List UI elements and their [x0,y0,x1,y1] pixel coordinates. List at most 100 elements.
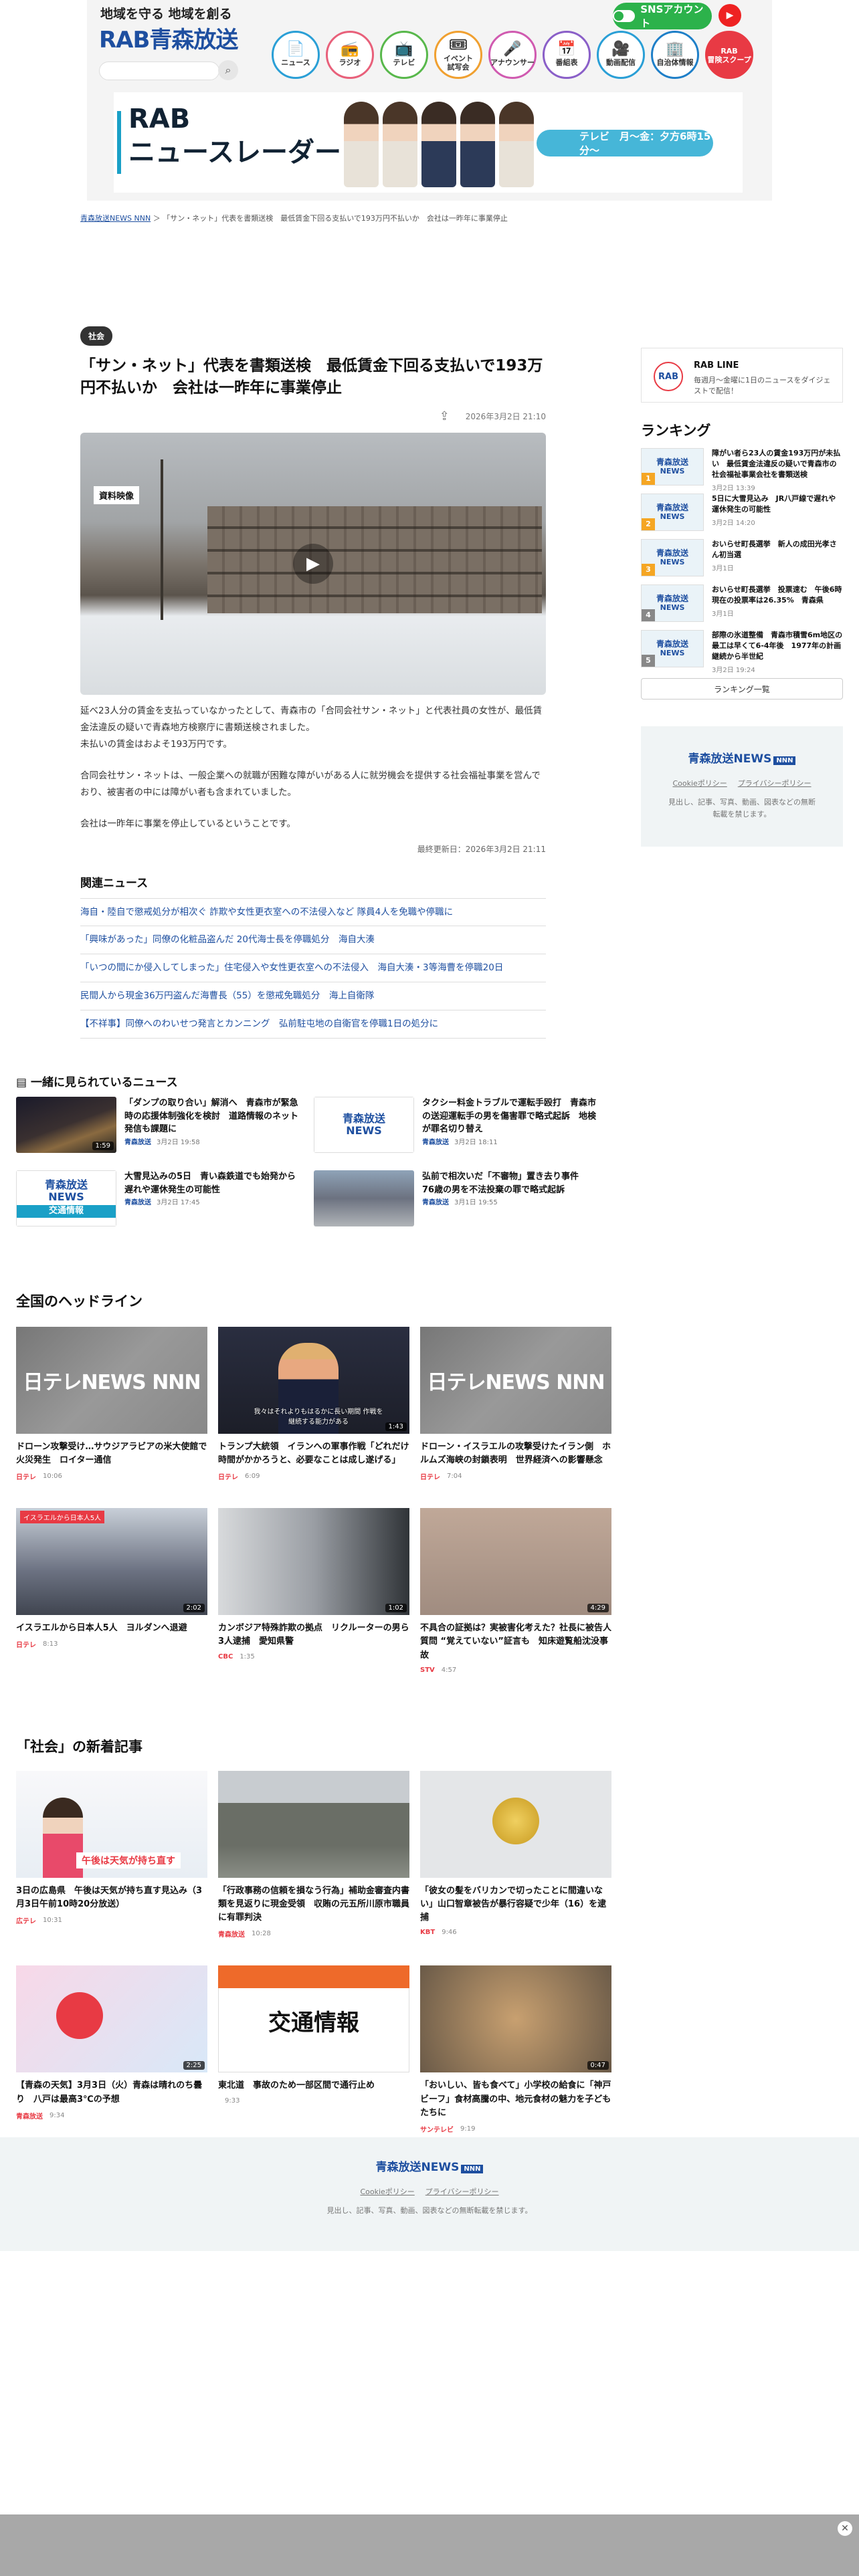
nav-button[interactable]: 🏢 自治体情報 [651,31,699,79]
article-card[interactable]: 日テレNEWS NNN ドローン攻撃受け…サウジアラビアの米大使館で火災発生 ロイ… [16,1327,207,1481]
promo-banner[interactable]: RAB ニュースレーダー テレビ 月〜金：夕方6時15分〜 [114,92,743,193]
video-duration: 1:59 [92,1142,114,1150]
site-logo[interactable]: RAB青森放送 [99,21,238,54]
national-grid: 日テレNEWS NNN ドローン攻撃受け…サウジアラビアの米大使館で火災発生 ロイ… [16,1327,611,1674]
nav-button[interactable]: 🎤 アナウンサー [488,31,537,79]
privacy-link[interactable]: プライバシーポリシー [738,779,812,788]
news-list-icon: ▤ [16,1076,31,1089]
paragraph: 会社は一昨年に事業を停止しているということです。 [80,818,296,829]
article-card[interactable]: 「行政事務の信頼を損なう行為」補助金審査内書類を見返りに現金受領 収賄の元五所川… [218,1771,409,1939]
ranking-item[interactable]: 青森放送 NEWS 2 5日に大雪見込み JR八戸線で遅れや運休発生の可能性 3月2日 … [641,494,843,531]
rank-number: 3 [642,564,655,576]
rab-line-banner[interactable]: RAB RAB LINE 毎週月〜金曜に1日のニュースをダイジェストで配信！ [641,348,843,403]
category-badge[interactable]: 社会 [80,326,113,346]
ranking-thumb: 青森放送 NEWS 3 [641,539,704,576]
news-thumbnail: 0:47 [420,1965,611,2073]
nav-icon: 🎥 [611,41,630,58]
news-title: カンボジア特殊詐欺の拠点 リクルーターの男ら3人逮捕 愛知県警 [218,1623,409,1647]
news-date: 10:06 [43,1473,62,1481]
site-header: 地域を守る 地域を創る RAB青森放送 ⌕ SNSアカウント ▶ 📄 ニュース 📻 ラ… [87,0,772,201]
news-thumbnail: 日テレNEWS NNN [16,1327,207,1434]
watched-item[interactable]: 1:59 「ダンプの取り合い」解消へ 青森市が緊急時の応援体制強化を検討 道路情報… [16,1097,314,1153]
breadcrumb-home[interactable]: 青森放送NEWS NNN [80,214,151,223]
news-date: 4:57 [441,1666,457,1674]
nav-button[interactable]: 📺 テレビ [380,31,428,79]
news-thumbnail: 4:29 [420,1508,611,1616]
watched-list: 1:59 「ダンプの取り合い」解消へ 青森市が緊急時の応援体制強化を検討 道路情報… [16,1097,611,1226]
nav-button[interactable]: 🎟 イベント 試写会 [434,31,482,79]
news-date: 9:19 [460,2125,476,2133]
video-caption: 我々はそれよりもはるかに長い期間 作戦を継続する能力がある [254,1408,383,1426]
nav-icon: 📻 [341,41,359,58]
article-card[interactable]: 1:02 カンボジア特殊詐欺の拠点 リクルーターの男ら3人逮捕 愛知県警 CBC 1:… [218,1508,409,1673]
news-title: 大雪見込みの5日 青い森鉄道でも始発から遅れや運休発生の可能性 [124,1172,296,1195]
sns-label: SNSアカウント [640,3,704,29]
article-card[interactable]: 我々はそれよりもはるかに長い期間 作戦を継続する能力がある 1:43 トランプ大統領… [218,1327,409,1481]
news-thumbnail [218,1771,409,1878]
news-logo[interactable]: 青森放送NEWS NNN [641,749,843,766]
video-player[interactable]: 資料映像 ▶ [80,432,546,695]
news-source: 青森放送 [422,1138,449,1146]
article-card[interactable]: 交通情報 東北道 事故のため一部区間で通行止め 9:33 [218,1965,409,2133]
nav-icon: 📄 [286,41,305,58]
breadcrumb: 青森放送NEWS NNN ＞ 「サン・ネット」代表を書類送検 最低賃金下回る支払… [80,213,508,223]
ranking-thumb: 青森放送 NEWS 5 [641,630,704,667]
news-title: 「行政事務の信頼を損なう行為」補助金審査内書類を見返りに現金受領 収賄の元五所川… [218,1886,410,1923]
rab-logo-icon: RAB [654,362,683,391]
nav-button[interactable]: 🎥 動画配信 [597,31,645,79]
privacy-link[interactable]: プライバシーポリシー [425,2187,499,2196]
article-card[interactable]: 2:25 【青森の天気】3月3日（火）青森は晴れのち曇り 八戸は最高3℃の予想 青森… [16,1965,207,2133]
ranking-date: 3月2日 19:24 [712,666,755,674]
article-card[interactable]: 午後は天気が持ち直す 3日の広島県 午後は天気が持ち直す見込み（3月3日午前10時… [16,1771,207,1939]
nav-button[interactable]: 📅 番組表 [543,31,591,79]
ranking-title: 5日に大雪見込み JR八戸線で遅れや運休発生の可能性 [712,494,836,514]
page-footer: 青森放送NEWS NNN Cookieポリシー プライバシーポリシー 見出し、記事、… [0,2137,859,2251]
news-thumbnail [420,1771,611,1878]
copyright-note: 見出し、記事、写真、動画、図表などの無断転載を禁じます。 [326,2206,533,2215]
article-card[interactable]: 0:47 「おいしい、皆も食べて」小学校の給食に「神戸ビーフ」食材高騰の中、地元食… [420,1965,611,2134]
watched-item[interactable]: 弘前で相次いだ「不審物」置き去り事件 76歳の男を不法投棄の罪で略式起訴 青森放送… [314,1170,611,1226]
article-card[interactable]: イスラエルから日本人5人 2:02 イスラエルから日本人5人 ヨルダンへ退避 日テレ 8… [16,1508,207,1673]
close-icon[interactable]: ✕ [838,2521,852,2536]
nav-button[interactable]: 📻 ラジオ [326,31,374,79]
paragraph: 未払いの賃金はおよそ193万円です。 [80,738,232,750]
related-link[interactable]: 「興味があった」同僚の化粧品盗んだ 20代海士長を停職処分 海自大湊 [80,926,546,955]
ranking-item[interactable]: 青森放送 NEWS 1 障がい者ら23人の賃金193万円が未払い 最低賃金法違反の疑い… [641,448,843,492]
related-link[interactable]: 【不祥事】同僚へのわいせつ発言とカンニング 弘前駐屯地の自衛官を停職1日の処分に [80,1010,546,1039]
search-icon[interactable]: ⌕ [218,60,238,80]
ranking-item[interactable]: 青森放送 NEWS 3 おいらせ町長選挙 新人の成田光孝さん初当選 3月1日 [641,539,843,576]
cookie-link[interactable]: Cookieポリシー [672,779,727,788]
ranking-all-button[interactable]: ランキング一覧 [641,678,843,700]
news-title: 弘前で相次いだ「不審物」置き去り事件 76歳の男を不法投棄の罪で略式起訴 [422,1172,588,1195]
nav-button[interactable]: RAB 冒険スクープ [705,31,753,79]
news-thumbnail: 青森放送 NEWS [314,1097,414,1153]
updated-date: 最終更新日：2026年3月2日 21:11 [417,844,546,854]
share-icon[interactable]: ⇪ [440,409,450,423]
news-title: ドローン・イスラエルの攻撃受けたイラン側 ホルムズ海峡の封鎖表明 世界経済への影… [420,1442,611,1466]
ranking-item[interactable]: 青森放送 NEWS 4 おいらせ町長選挙 投票速む 午後6時現在の投票率は26.35%… [641,584,843,622]
article-card[interactable]: 4:29 不具合の証拠は？実被害化考えた？社長に被告人質問 “覚えていない”証言も… [420,1508,611,1674]
ranking-item[interactable]: 青森放送 NEWS 5 部際の氷道整備 青森市積雪6m地区の最工は早くて6-4年後 1… [641,630,843,674]
news-title: 東北道 事故のため一部区間で通行止め [218,2080,375,2091]
sns-toggle[interactable]: SNSアカウント [613,3,712,29]
youtube-icon[interactable]: ▶ [719,4,741,27]
news-logo[interactable]: 青森放送NEWS NNN [0,2157,859,2174]
cookie-link[interactable]: Cookieポリシー [360,2187,414,2196]
nav-icon: 📺 [395,41,413,58]
news-thumbnail: イスラエルから日本人5人 2:02 [16,1508,207,1616]
video-duration: 1:02 [385,1604,407,1613]
rank-number: 4 [642,609,655,621]
nav-label: イベント 試写会 [444,54,473,72]
watched-item[interactable]: 青森放送 NEWS 交通情報 大雪見込みの5日 青い森鉄道でも始発から遅れや運休発生の… [16,1170,314,1226]
related-link[interactable]: 民間人から現金36万円盗んだ海曹長（55）を懲戒免職処分 海上自衛隊 [80,982,546,1011]
nav-button[interactable]: 📄 ニュース [272,31,320,79]
article-card[interactable]: 「彼女の髪をバリカンで切ったことに間違いない」山口智章被告が暴行容疑で少年（16… [420,1771,611,1939]
search-input[interactable] [99,62,219,80]
article-card[interactable]: 日テレNEWS NNN ドローン・イスラエルの攻撃受けたイラン側 ホルムズ海峡の封… [420,1327,611,1481]
play-icon[interactable]: ▶ [293,543,333,584]
watched-item[interactable]: 青森放送 NEWS タクシー料金トラブルで運転手殴打 青森市の送迎運転手の男を傷害罪… [314,1097,611,1153]
related-link[interactable]: 「いつの間にか侵入してしまった」住宅侵入や女性更衣室への不法侵入 海自大湊・3等… [80,954,546,983]
video-duration: 2:02 [183,1604,205,1613]
related-link[interactable]: 海自・陸自で懲戒処分が相次ぐ 詐欺や女性更衣室への不法侵入など 隊員4人を免職や… [80,899,546,927]
news-title: 「ダンプの取り合い」解消へ 青森市が緊急時の応援体制強化を検討 道路情報のネット… [124,1098,299,1134]
